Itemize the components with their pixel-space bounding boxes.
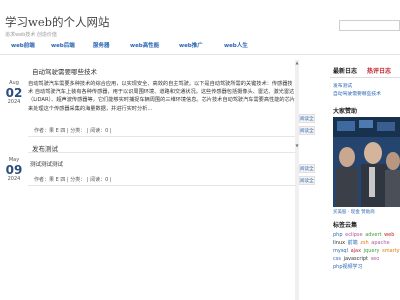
date-year: 2024	[7, 99, 21, 105]
tab-hot-posts[interactable]: 热评日志	[367, 66, 391, 75]
article-meta: 作者：果 E 四 | 分类： | 阅读：0 |	[34, 177, 112, 183]
tag-link[interactable]: 前端	[348, 240, 358, 246]
article-divider	[28, 136, 296, 137]
article-date: May 09 2024	[0, 157, 28, 183]
tag-link[interactable]: php视频学习	[333, 264, 363, 270]
nav-item-web-life[interactable]: web人生	[224, 40, 248, 52]
sidebar: 最新日志 热评日志 发布测试 自动驾驶需要哪些技术 大家赞助 买美股 · 现金 …	[330, 60, 400, 300]
search-input[interactable]	[339, 20, 400, 31]
tag-link[interactable]: css	[333, 256, 341, 262]
tab-latest-posts[interactable]: 最新日志	[333, 66, 357, 75]
site-tagline: 追求web技术 创造价值	[5, 32, 57, 38]
tab-divider	[330, 77, 400, 78]
donate-caption[interactable]: 买美股 · 现金 赞助商	[333, 209, 375, 215]
site-title[interactable]: 学习web的个人网站	[5, 14, 110, 30]
tag-link[interactable]: smarty	[382, 248, 400, 254]
tag-link[interactable]: jquery	[364, 248, 380, 254]
tag-link[interactable]: seo	[371, 256, 380, 262]
nav-divider	[0, 54, 400, 55]
article-meta: 作者：果 E 四 | 分类： | 阅读：0 |	[34, 128, 112, 134]
donate-photo[interactable]	[333, 117, 400, 207]
tag-link[interactable]: web	[384, 232, 394, 238]
nav-item-web-promotion[interactable]: web推广	[179, 40, 203, 52]
scroll-up-icon[interactable]: ▲	[295, 60, 299, 65]
nav-item-web-frontend[interactable]: web前端	[11, 40, 35, 52]
tag-link[interactable]: apache	[371, 240, 389, 246]
sidebar-post-link[interactable]: 自动驾驶需要哪些技术	[333, 90, 381, 97]
tag-link[interactable]: zsh	[360, 240, 368, 246]
nav-item-server[interactable]: 服务器	[93, 40, 110, 52]
main-nav: web前端 web后端 服务器 web高性能 web推广 web人生	[0, 40, 400, 52]
tag-link[interactable]: eclipse	[345, 232, 362, 238]
donate-heading: 大家赞助	[333, 108, 358, 115]
date-year: 2024	[7, 176, 21, 182]
tag-link[interactable]: linux	[333, 240, 345, 246]
read-more-button[interactable]: 阅读全文	[299, 164, 315, 173]
tag-link[interactable]: php	[333, 232, 343, 238]
sidebar-post-link[interactable]: 发布测试	[333, 82, 352, 89]
article-divider	[28, 185, 296, 186]
scroll-down-icon[interactable]: ▼	[295, 143, 299, 148]
nav-item-web-backend[interactable]: web后端	[51, 40, 75, 52]
date-day: 02	[5, 86, 23, 100]
article-excerpt: 自动驾驶汽车需要多种技术的综合应用，以实现安全、高效的自主驾驶。以下是自动驾驶所…	[28, 81, 295, 112]
date-day: 09	[5, 163, 23, 177]
tag-link[interactable]: advert	[365, 232, 381, 238]
tag-link[interactable]: ajax	[351, 248, 361, 254]
tag-link[interactable]: javascript	[344, 256, 368, 262]
article-title[interactable]: 自动驾驶需要哪些技术	[32, 66, 97, 76]
tag-cloud-heading: 标签云集	[333, 222, 358, 229]
tag-cloud: php eclipse advert web linux 前端 zsh apac…	[333, 231, 400, 300]
tag-link[interactable]: mysql	[333, 248, 348, 254]
article-excerpt: 测试测试测试	[30, 162, 64, 168]
nav-item-web-performance[interactable]: web高性能	[130, 40, 159, 52]
article-date: Aug 02 2024	[0, 80, 28, 106]
section-divider	[28, 152, 296, 153]
read-more-button[interactable]: 阅读全文	[299, 176, 315, 185]
read-more-button[interactable]: 阅读全文	[299, 114, 315, 123]
read-more-button[interactable]: 阅读全文	[299, 126, 315, 135]
donate-photo-image	[333, 117, 400, 207]
